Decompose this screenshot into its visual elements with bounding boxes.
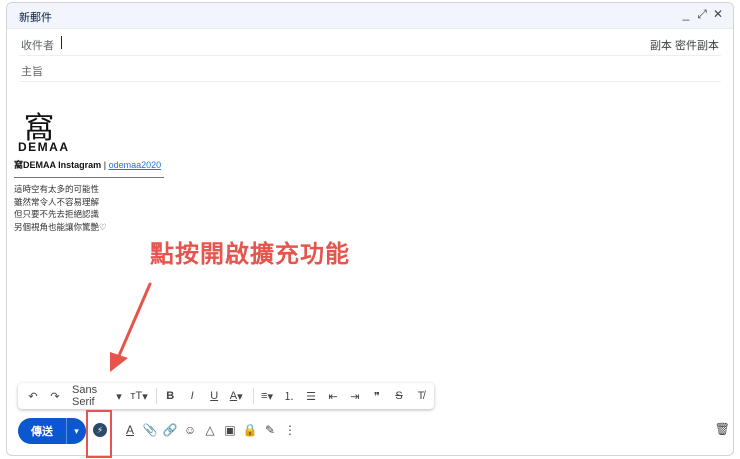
extension-icon[interactable]: ⚡ — [93, 423, 107, 437]
poem-line: 但只要不先去拒絕認識 — [14, 209, 100, 219]
annotation-text: 點按開啟擴充功能 — [150, 241, 350, 268]
numbered-list-icon[interactable]: ⒈ — [280, 385, 298, 407]
chevron-down-icon: ▾ — [142, 390, 148, 403]
chevron-down-icon: ▾ — [267, 390, 273, 403]
link-icon[interactable]: 🔗 — [160, 419, 180, 441]
clear-format-icon[interactable]: T̸ — [412, 385, 430, 407]
emoji-icon[interactable]: ☺ — [180, 419, 200, 441]
cc-bcc-links: 副本 密件副本 — [650, 37, 719, 53]
signature-logo-text: DEMAA — [18, 140, 70, 154]
toolbar-divider — [253, 388, 255, 404]
discard-draft-icon[interactable]: 🗑 — [715, 422, 730, 436]
toolbar-divider — [156, 388, 158, 404]
to-label: 收件者 — [21, 40, 54, 52]
bcc-link[interactable]: 密件副本 — [675, 40, 719, 52]
font-size-button[interactable]: тT ▾ — [130, 385, 149, 407]
annotation-arrow-icon — [110, 282, 152, 372]
send-button[interactable]: 傳送 — [18, 418, 66, 444]
signature-separator: | — [103, 160, 107, 170]
indent-more-icon[interactable]: ⇥ — [346, 385, 364, 407]
photo-icon[interactable]: ▣ — [220, 419, 240, 441]
compose-bottom-toolbar: A 📎 🔗 ☺ △ ▣ 🔒 ✎ ⋮ — [120, 419, 300, 441]
send-button-group: 傳送 ▾ — [18, 418, 86, 444]
close-icon[interactable]: ✕ — [713, 7, 723, 22]
attach-icon[interactable]: 📎 — [140, 419, 160, 441]
recipients-row[interactable]: 收件者 副本 密件副本 — [19, 30, 721, 56]
poem-line: 雖然常令人不容易理解 — [14, 196, 100, 207]
poem-line: 這時空有太多的可能性 — [14, 184, 100, 194]
send-options-button[interactable]: ▾ — [66, 418, 86, 444]
minimize-icon[interactable]: _ — [681, 7, 691, 22]
bold-button[interactable]: B — [161, 385, 179, 407]
poem-line: 另個視角也能讓你驚艷♡ — [14, 221, 107, 232]
cc-link[interactable]: 副本 — [650, 40, 672, 52]
font-select[interactable]: Sans Serif ▾ — [68, 384, 126, 408]
text-color-button[interactable]: A ▾ — [227, 385, 245, 407]
signature-poem: 這時空有太多的可能性 雖然常令人不容易理解 但只要不先去拒絕認識 另個視角也能讓… — [14, 183, 107, 233]
bulleted-list-icon[interactable]: ☰ — [302, 385, 320, 407]
formatting-toolbar: ↶ ↷ Sans Serif ▾ тT ▾ B I U A ▾ ≡ ▾ ⒈ ☰ ⇤ ⇥… — [18, 383, 434, 409]
formatting-options-icon[interactable]: A — [120, 419, 140, 441]
undo-icon[interactable]: ↶ — [24, 385, 42, 407]
signature-link[interactable]: odemaa2020 — [109, 160, 162, 170]
strikethrough-button[interactable]: S — [390, 385, 408, 407]
italic-button[interactable]: I — [183, 385, 201, 407]
underline-button[interactable]: U — [205, 385, 223, 407]
redo-icon[interactable]: ↷ — [46, 385, 64, 407]
subject-placeholder: 主旨 — [21, 66, 43, 78]
chevron-down-icon: ▾ — [237, 390, 243, 403]
confidential-mode-icon[interactable]: 🔒 — [240, 419, 260, 441]
text-color-icon: A — [229, 390, 238, 402]
indent-less-icon[interactable]: ⇤ — [324, 385, 342, 407]
drive-icon[interactable]: △ — [200, 419, 220, 441]
window-controls: _ ⤢ ✕ — [681, 7, 723, 22]
subject-field[interactable]: 主旨 — [19, 56, 721, 82]
chevron-down-icon: ▾ — [116, 390, 122, 403]
signature-name: 窩DEMAA Instagram — [14, 160, 102, 170]
fullscreen-icon[interactable]: ⤢ — [697, 7, 707, 22]
font-select-value: Sans Serif — [72, 384, 98, 408]
align-button[interactable]: ≡ ▾ — [258, 385, 276, 407]
compose-title: 新郵件 — [19, 12, 52, 24]
signature-name-line: 窩DEMAA Instagram | odemaa2020 — [14, 158, 161, 171]
signature-icon[interactable]: ✎ — [260, 419, 280, 441]
text-cursor — [61, 36, 62, 49]
signature-divider — [14, 177, 164, 178]
quote-icon[interactable]: ❞ — [368, 385, 386, 407]
compose-titlebar: 新郵件 _ ⤢ ✕ — [7, 3, 733, 29]
more-options-icon[interactable]: ⋮ — [280, 419, 300, 441]
font-size-icon: тT — [130, 390, 143, 402]
